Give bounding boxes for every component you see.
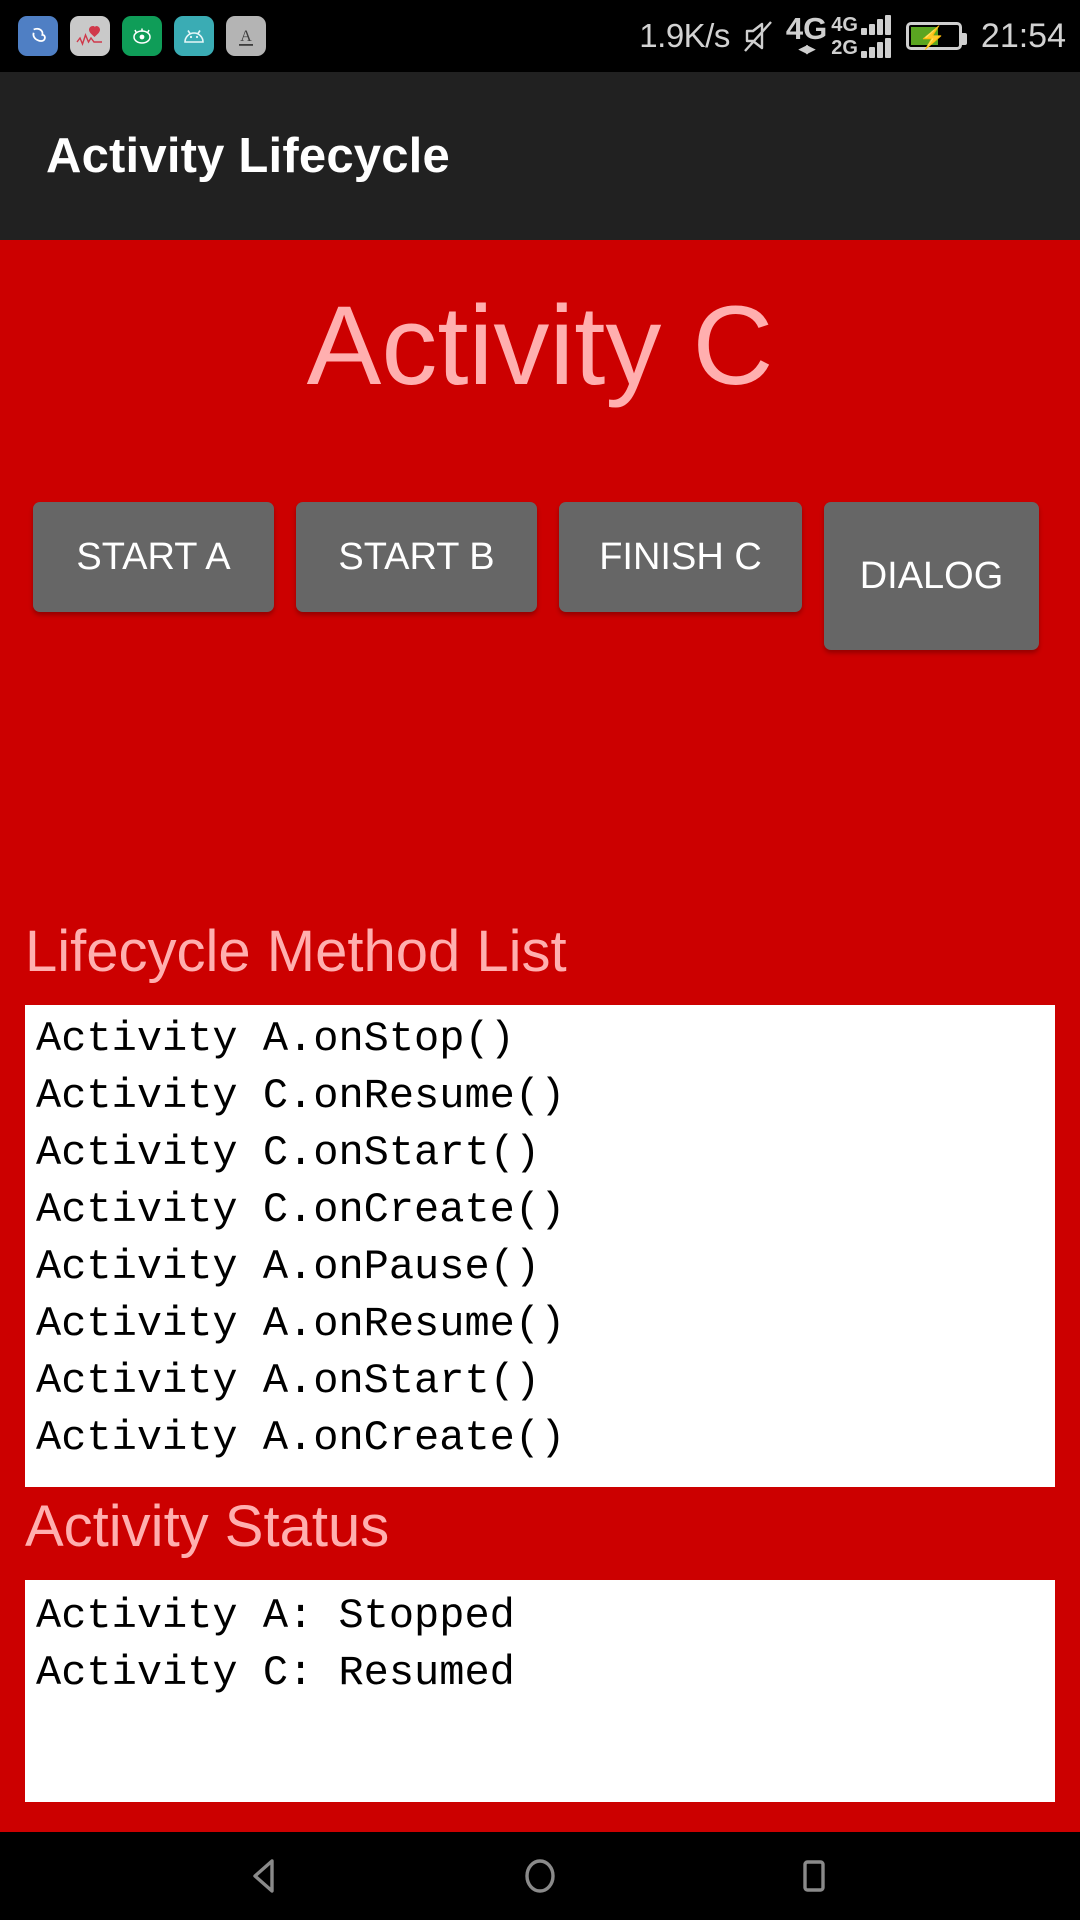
finish-c-button[interactable]: FINISH C [559,502,802,612]
list-item: Activity C.onStart() [36,1129,541,1177]
activity-status-panel[interactable]: Activity A: Stopped Activity C: Resumed [25,1580,1055,1802]
lifecycle-method-list-panel[interactable]: Activity A.onStop() Activity C.onResume(… [25,1005,1055,1487]
list-item: Activity A.onResume() [36,1300,566,1348]
start-b-button[interactable]: START B [296,502,537,612]
network-speed-text: 1.9K/s [639,17,730,54]
back-nav-icon[interactable] [234,1844,298,1908]
status-indicators: 1.9K/s 4G ◂▸ 4G 2G ⚡ 21:54 [639,11,1066,58]
list-item: Activity A.onCreate() [36,1414,566,1462]
sim1-bars-icon [860,14,891,35]
mute-bell-icon [741,18,775,54]
letter-a-icon: A [226,16,266,56]
list-item: Activity A.onStop() [36,1015,515,1063]
start-a-button[interactable]: START A [33,502,274,612]
android-robot-icon [174,16,214,56]
cloud-sync-icon [18,16,58,56]
page-title: Activity C [306,283,774,408]
action-button-row: START A START B FINISH C DIALOG [33,502,1047,650]
lifecycle-method-list-label: Lifecycle Method List [25,919,567,984]
app-title: Activity Lifecycle [46,129,450,183]
sim2-signal: 2G [831,37,891,58]
list-item: Activity C.onResume() [36,1072,566,1120]
sim1-signal: 4G [831,14,891,35]
home-nav-icon[interactable] [508,1844,572,1908]
sim-signal-stack: 4G 2G [831,14,891,58]
list-item: Activity A.onPause() [36,1243,541,1291]
heart-rate-icon [70,16,110,56]
main-content: Activity C START A START B FINISH C DIAL… [0,240,1080,1832]
eye-care-icon [122,16,162,56]
list-item: Activity C.onCreate() [36,1186,566,1234]
navigation-bar [0,1832,1080,1920]
notification-icons: A [18,16,266,56]
list-item: Activity A: Stopped [36,1592,515,1640]
phone-screen: A 1.9K/s 4G ◂▸ 4G 2G ⚡ 21:54 Activity Li… [0,0,1080,1920]
status-bar: A 1.9K/s 4G ◂▸ 4G 2G ⚡ 21:54 [0,0,1080,72]
activity-status-label: Activity Status [25,1494,390,1559]
dialog-button[interactable]: DIALOG [824,502,1039,650]
svg-text:A: A [240,28,252,45]
status-bar-clock: 21:54 [980,16,1066,55]
list-item: Activity C: Resumed [36,1649,515,1697]
signal-indicators: 4G ◂▸ 4G 2G [785,11,891,58]
recents-nav-icon[interactable] [782,1844,846,1908]
app-bar: Activity Lifecycle [0,72,1080,240]
charging-bolt-icon: ⚡ [918,25,947,50]
sim2-bars-icon [860,37,891,58]
data-type-indicator: 4G ◂▸ [785,11,828,58]
list-item: Activity A.onStart() [36,1357,541,1405]
battery-charging-icon: ⚡ [905,22,967,50]
